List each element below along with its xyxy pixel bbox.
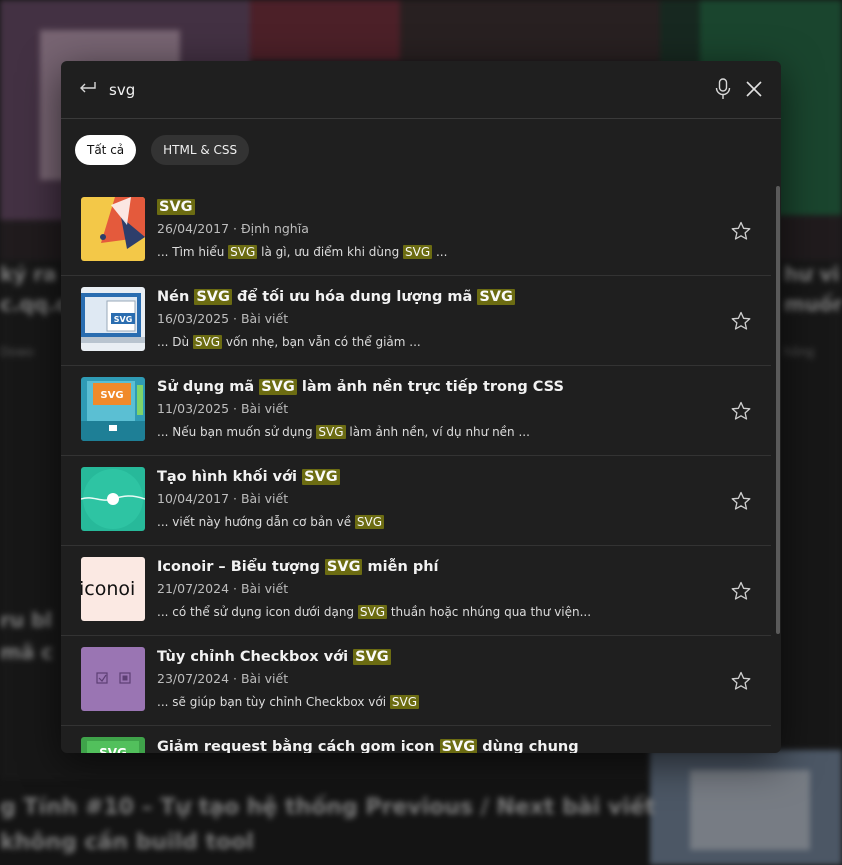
search-bar (61, 61, 781, 119)
result-item[interactable]: Tạo hình khối với SVG 10/04/2017 · Bài v… (61, 456, 771, 546)
search-modal: Tất cả HTML & CSS SVG 26/04/2017 · Định … (61, 61, 781, 753)
star-icon[interactable] (731, 401, 751, 421)
result-thumbnail: SVG (81, 287, 145, 351)
star-icon[interactable] (731, 581, 751, 601)
star-icon[interactable] (731, 671, 751, 691)
result-title: Giảm request bằng cách gom icon SVG dùng… (157, 739, 579, 753)
result-snippet: ... sẽ giúp bạn tùy chỉnh Checkbox với S… (157, 695, 420, 709)
result-thumbnail (81, 647, 145, 711)
microphone-icon[interactable] (714, 78, 732, 100)
iconoir-logo: iconoi (81, 578, 136, 600)
result-title: Nén SVG để tối ưu hóa dung lượng mã SVG (157, 289, 515, 305)
result-snippet: ... Dù SVG vốn nhẹ, bạn vẫn có thể giảm … (157, 335, 421, 349)
result-item[interactable]: SVG Nén SVG để tối ưu hóa dung lượng mã … (61, 276, 771, 366)
result-thumbnail (81, 467, 145, 531)
result-title: Tạo hình khối với SVG (157, 469, 340, 485)
result-thumbnail: SVG (81, 737, 145, 753)
result-item[interactable]: iconoi Iconoir – Biểu tượng SVG miễn phí… (61, 546, 771, 636)
scrollbar-thumb[interactable] (776, 186, 780, 634)
star-icon[interactable] (731, 491, 751, 511)
result-snippet: ... viết này hướng dẫn cơ bản về SVG (157, 515, 385, 529)
star-icon[interactable] (731, 311, 751, 331)
results-list: SVG 26/04/2017 · Định nghĩa ... Tìm hiểu… (61, 186, 771, 753)
result-title: Tùy chỉnh Checkbox với SVG (157, 649, 391, 665)
thumb-svg-label: SVG (99, 746, 127, 753)
result-snippet: ... có thể sử dụng icon dưới dạng SVG th… (157, 605, 592, 619)
results-scrollbar[interactable] (775, 186, 781, 753)
result-title: Iconoir – Biểu tượng SVG miễn phí (157, 559, 439, 575)
result-thumbnail: iconoi (81, 557, 145, 621)
result-meta: 26/04/2017 · Định nghĩa (157, 221, 309, 236)
result-meta: 23/07/2024 · Bài viết (157, 671, 289, 686)
result-item[interactable]: SVG 26/04/2017 · Định nghĩa ... Tìm hiểu… (61, 186, 771, 276)
filter-chip-html-css[interactable]: HTML & CSS (151, 135, 250, 165)
filter-chips: Tất cả HTML & CSS (75, 135, 250, 165)
search-input[interactable] (109, 77, 689, 103)
result-meta: 16/03/2025 · Bài viết (157, 311, 289, 326)
star-icon[interactable] (731, 221, 751, 241)
thumb-svg-label: SVG (100, 390, 123, 401)
result-thumbnail: SVG (81, 377, 145, 441)
result-snippet: ... Nếu bạn muốn sử dụng SVG làm ảnh nền… (157, 425, 530, 439)
result-meta: 11/03/2025 · Bài viết (157, 401, 289, 416)
result-title: Sử dụng mã SVG làm ảnh nền trực tiếp tro… (157, 379, 564, 395)
filter-chip-all[interactable]: Tất cả (75, 135, 137, 165)
result-meta: 10/04/2017 · Bài viết (157, 491, 289, 506)
result-thumbnail (81, 197, 145, 261)
result-title: SVG (157, 199, 195, 215)
result-snippet: ... Tìm hiểu SVG là gì, ưu điểm khi dùng… (157, 245, 448, 259)
result-item[interactable]: SVG Giảm request bằng cách gom icon SVG … (61, 726, 771, 753)
close-icon[interactable] (744, 79, 764, 99)
result-meta: 21/07/2024 · Bài viết (157, 581, 289, 596)
thumb-svg-label: SVG (114, 315, 133, 324)
back-arrow-icon[interactable] (78, 79, 98, 99)
result-item[interactable]: SVG Sử dụng mã SVG làm ảnh nền trực tiếp… (61, 366, 771, 456)
result-item[interactable]: Tùy chỉnh Checkbox với SVG 23/07/2024 · … (61, 636, 771, 726)
